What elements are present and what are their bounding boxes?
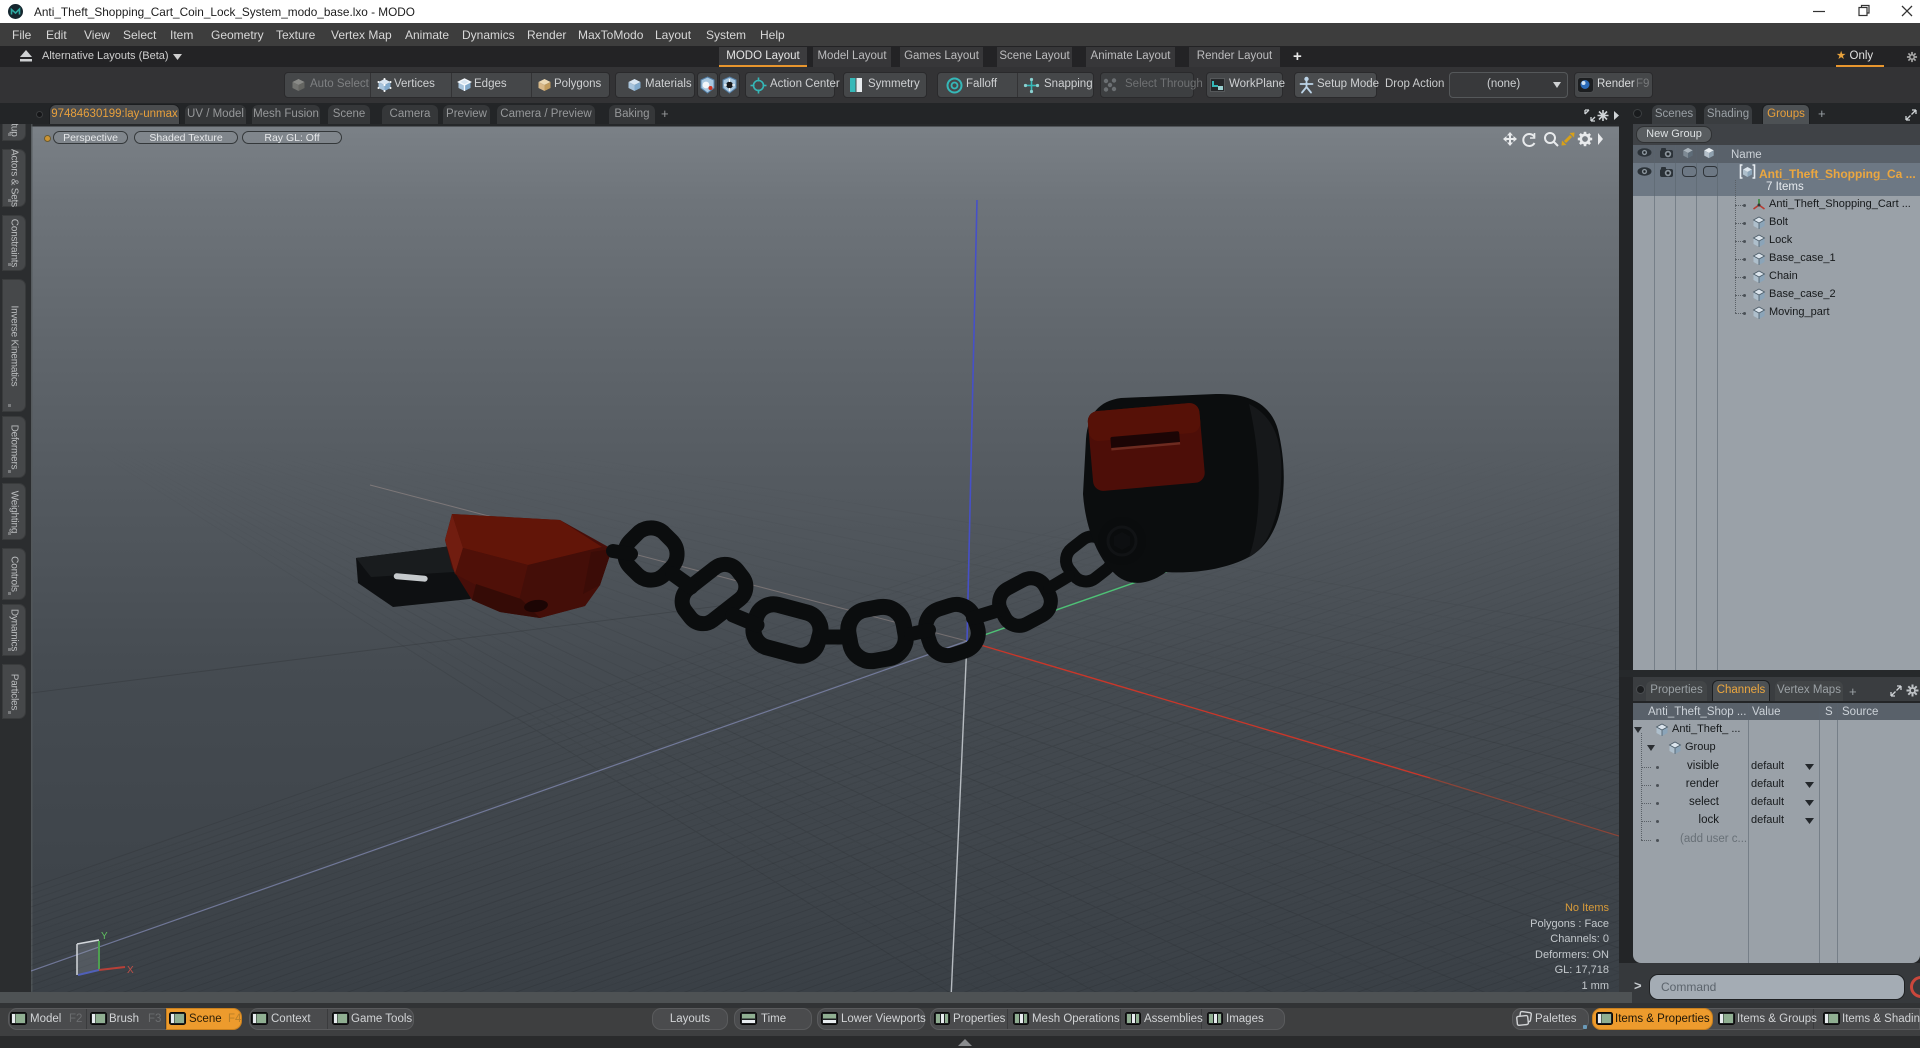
svg-text:Y: Y [101, 931, 108, 942]
svg-text:Polygons : Face: Polygons : Face [1530, 918, 1609, 930]
svg-text:Channels: 0: Channels: 0 [1550, 933, 1609, 945]
svg-text:1 mm: 1 mm [1582, 980, 1610, 992]
svg-text:No Items: No Items [1565, 902, 1610, 914]
svg-text:Deformers: ON: Deformers: ON [1535, 949, 1609, 961]
svg-text:X: X [127, 965, 134, 976]
svg-text:GL: 17,718: GL: 17,718 [1555, 964, 1609, 976]
